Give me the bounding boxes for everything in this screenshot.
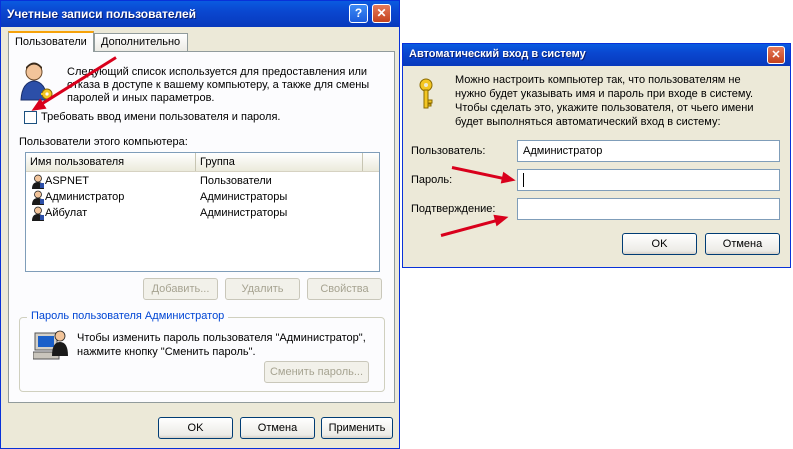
require-login-label[interactable]: Требовать ввод имени пользователя и паро…: [41, 111, 280, 123]
user-icon: [31, 190, 45, 205]
password-text-line-1: Чтобы изменить пароль пользователя "Адми…: [77, 332, 366, 344]
user-accounts-window: Учетные записи пользователей ? ✕ Пользов…: [0, 0, 400, 449]
apply-button[interactable]: Применить: [321, 417, 393, 439]
description-line-2: отказа в доступе к вашему компьютеру, а …: [67, 79, 370, 91]
cancel-button[interactable]: Отмена: [240, 417, 315, 439]
user-name: Администратор: [45, 191, 125, 203]
password-text-line-2: нажмите кнопку "Сменить пароль".: [77, 346, 256, 358]
close-button[interactable]: ✕: [372, 4, 391, 23]
auto-logon-window: Автоматический вход в систему ✕ Можно на…: [402, 43, 791, 268]
users-list[interactable]: Имя пользователя Группа ASPNET Пользоват…: [25, 152, 380, 272]
password-field-label: Пароль:: [411, 174, 453, 186]
tab-advanced[interactable]: Дополнительно: [94, 33, 188, 51]
user-icon: [31, 174, 45, 189]
change-password-button[interactable]: Сменить пароль...: [264, 361, 369, 383]
description-line-1: Следующий список используется для предос…: [67, 66, 368, 78]
remove-user-button[interactable]: Удалить: [225, 278, 300, 300]
user-name-input[interactable]: Администратор: [517, 140, 780, 162]
list-header: Имя пользователя Группа: [26, 153, 379, 172]
window-title: Автоматический вход в систему: [409, 48, 586, 60]
text-cursor: [523, 173, 524, 187]
keys-icon: [419, 78, 433, 109]
ok-button[interactable]: OK: [158, 417, 233, 439]
window-title: Учетные записи пользователей: [7, 7, 197, 21]
user-icon: [31, 206, 45, 221]
add-user-button[interactable]: Добавить...: [143, 278, 218, 300]
auto-logon-desc-line-4: будет выполняться автоматический вход в …: [455, 116, 721, 128]
ok-button[interactable]: OK: [622, 233, 697, 255]
description-line-3: паролей и иных параметров.: [67, 92, 215, 104]
tab-advanced-label: Дополнительно: [101, 36, 181, 48]
users-list-label: Пользователи этого компьютера:: [19, 136, 188, 148]
auto-logon-desc-line-1: Можно настроить компьютер так, что польз…: [455, 74, 741, 86]
close-button[interactable]: ✕: [767, 46, 785, 64]
properties-button[interactable]: Свойства: [307, 278, 382, 300]
tab-page: Следующий список используется для предос…: [8, 51, 395, 403]
user-accounts-titlebar[interactable]: Учетные записи пользователей ? ✕: [1, 1, 399, 27]
user-group: Пользователи: [200, 175, 272, 187]
table-row[interactable]: Администратор Администраторы: [26, 190, 379, 206]
user-name: Айбулат: [45, 207, 88, 219]
user-group: Администраторы: [200, 207, 288, 219]
help-button[interactable]: ?: [349, 4, 368, 23]
column-header-username[interactable]: Имя пользователя: [26, 153, 196, 171]
password-groupbox-title: Пароль пользователя Администратор: [27, 310, 229, 322]
tab-users[interactable]: Пользователи: [8, 31, 94, 52]
table-row[interactable]: Айбулат Администраторы: [26, 206, 379, 222]
confirm-password-input[interactable]: [517, 198, 780, 220]
computer-user-icon: [33, 330, 68, 360]
auto-logon-titlebar[interactable]: Автоматический вход в систему ✕: [403, 44, 790, 66]
tab-users-label: Пользователи: [15, 36, 87, 48]
user-field-label: Пользователь:: [411, 145, 486, 157]
auto-logon-desc-line-2: нужно будет указывать имя и пароль при в…: [455, 88, 754, 100]
password-input[interactable]: [517, 169, 780, 191]
table-row[interactable]: ASPNET Пользователи: [26, 174, 379, 190]
column-header-group[interactable]: Группа: [196, 153, 363, 171]
confirm-field-label: Подтверждение:: [411, 203, 496, 215]
user-name: ASPNET: [45, 175, 90, 187]
user-group: Администраторы: [200, 191, 288, 203]
auto-logon-desc-line-3: Чтобы сделать это, укажите пользователя,…: [455, 102, 754, 114]
cancel-button[interactable]: Отмена: [705, 233, 780, 255]
